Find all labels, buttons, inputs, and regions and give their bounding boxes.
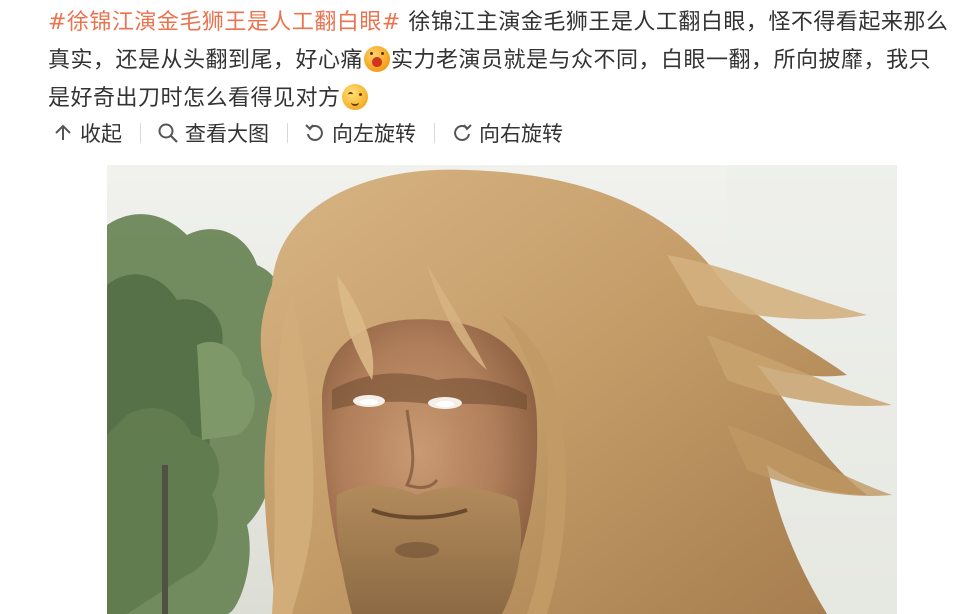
post-text: #徐锦江演金毛狮王是人工翻白眼# 徐锦江主演金毛狮王是人工翻白眼，怪不得看起来那… (48, 4, 953, 118)
image-action-bar: 收起 查看大图 向左旋转 向右旋转 (52, 116, 563, 150)
hashtag-link[interactable]: #徐锦江演金毛狮王是人工翻白眼# (48, 10, 401, 35)
collapse-up-icon (55, 124, 71, 140)
view-large-label: 查看大图 (185, 122, 269, 146)
rotate-right-label: 向右旋转 (479, 122, 563, 146)
divider (287, 123, 288, 143)
view-large-button[interactable]: 查看大图 (157, 118, 269, 148)
collapse-button[interactable]: 收起 (52, 118, 122, 148)
rotate-left-button[interactable]: 向左旋转 (304, 118, 416, 148)
magnifier-icon (158, 123, 178, 143)
rotate-left-icon (305, 124, 323, 141)
divider (434, 123, 435, 143)
collapse-label: 收起 (80, 122, 122, 146)
divider (140, 123, 141, 143)
rotate-left-label: 向左旋转 (332, 122, 416, 146)
post-image[interactable] (107, 165, 897, 614)
rotate-right-button[interactable]: 向右旋转 (451, 118, 563, 148)
man-portrait-illustration (107, 165, 897, 614)
rotate-right-icon (454, 124, 472, 141)
heartbroken-emoji-icon (364, 46, 391, 72)
curious-emoji-icon (341, 84, 368, 110)
